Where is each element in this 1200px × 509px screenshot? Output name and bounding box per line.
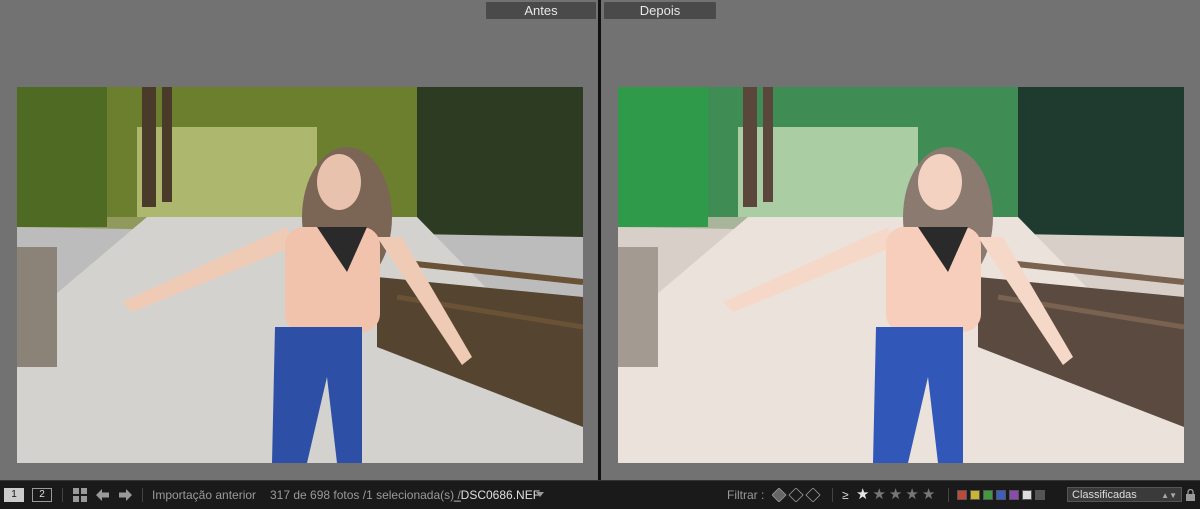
color-label-filter[interactable] [957,481,1048,509]
rating-filter[interactable]: ★ ★ ★ ★ ★ [856,481,938,509]
before-label: Antes [486,2,596,19]
star-icon[interactable]: ★ [872,481,885,509]
label-purple-swatch[interactable] [1009,490,1019,500]
filmstrip-toolbar: 1 2 Importação anterior 317 de 698 fotos… [0,480,1200,509]
flag-icon [772,488,821,502]
star-icon[interactable]: ★ [905,481,918,509]
star-icon[interactable]: ★ [856,481,869,509]
label-yellow-swatch[interactable] [970,490,980,500]
label-blue-swatch[interactable] [996,490,1006,500]
after-label: Depois [604,2,716,19]
previous-button[interactable] [96,481,109,509]
source-label[interactable]: Importação anterior [152,481,256,509]
dropdown-arrow-icon [536,492,544,497]
monitor-1-label: 1 [4,488,24,502]
after-photo[interactable] [618,87,1184,463]
separator [948,488,949,502]
label-custom-swatch[interactable] [1022,490,1032,500]
separator [142,488,143,502]
label-green-swatch[interactable] [983,490,993,500]
label-red-swatch[interactable] [957,490,967,500]
grid-view-button[interactable] [73,481,87,509]
before-pane: Antes [0,0,598,480]
selected-filename[interactable]: _DSC0686.NEF [454,481,540,509]
sort-select-value: Classificadas [1072,489,1137,501]
after-photo-image [618,87,1184,463]
before-photo-image [17,87,583,463]
grid-icon [73,488,87,502]
filename-dropdown[interactable] [536,481,544,509]
sort-select[interactable]: Classificadas ▲▼ [1067,487,1182,502]
before-photo[interactable] [17,87,583,463]
monitor-2-button[interactable]: 2 [32,481,52,509]
next-button[interactable] [119,481,132,509]
arrow-right-icon [119,489,132,501]
monitor-1-button[interactable]: 1 [4,481,24,509]
chevron-down-icon: ▲▼ [1161,491,1177,500]
star-icon[interactable]: ★ [922,481,935,509]
photo-count: 317 de 698 fotos /1 selecionada(s) / [270,488,461,502]
label-none-swatch[interactable] [1035,490,1045,500]
separator [62,488,63,502]
monitor-2-label: 2 [32,488,52,502]
lock-icon [1186,489,1195,501]
after-pane: Depois [601,0,1200,480]
arrow-left-icon [96,489,109,501]
star-icon[interactable]: ★ [889,481,902,509]
rating-operator[interactable]: ≥ [842,481,849,509]
separator [832,488,833,502]
flag-filter[interactable] [772,481,822,509]
filter-lock-icon[interactable] [1186,481,1195,509]
filter-label: Filtrar : [727,488,765,502]
